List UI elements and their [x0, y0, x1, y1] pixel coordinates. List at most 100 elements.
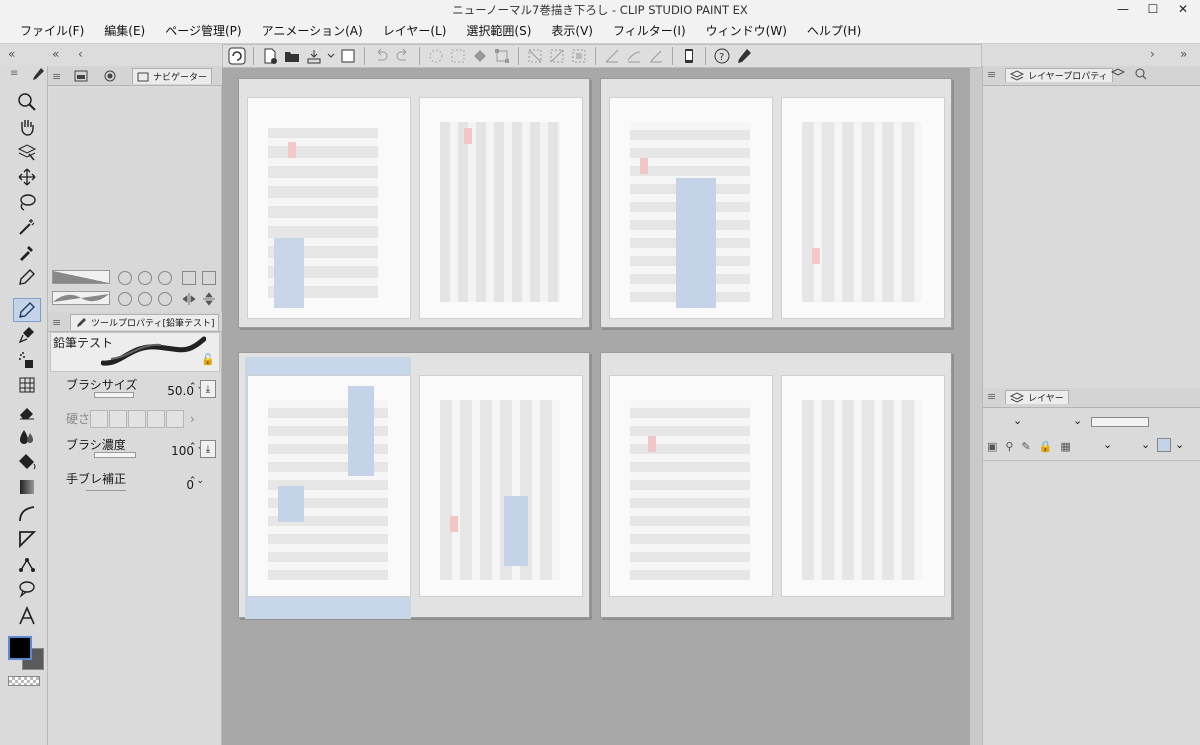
transform-icon[interactable]: [492, 46, 512, 66]
blend-mode-dropdown[interactable]: ⌄: [1013, 414, 1022, 427]
decoration-icon[interactable]: [13, 373, 41, 397]
deselect-icon[interactable]: [525, 46, 545, 66]
menu-view[interactable]: 表示(V): [541, 22, 603, 39]
right-scroll-strip[interactable]: [970, 68, 982, 745]
rotate-right-icon[interactable]: [138, 292, 152, 306]
hand-icon[interactable]: [13, 115, 41, 139]
opacity-slider[interactable]: [1091, 417, 1149, 427]
grid-snap-icon[interactable]: [646, 46, 666, 66]
eyedropper-icon[interactable]: [13, 240, 41, 264]
reset-rotation-icon[interactable]: [158, 292, 172, 306]
selection-border-icon[interactable]: [569, 46, 589, 66]
stepper-icon[interactable]: ⌃⌄: [189, 476, 204, 486]
lock-icon[interactable]: 🔒: [1039, 440, 1053, 453]
new-file-icon[interactable]: [260, 46, 280, 66]
chevron-down-icon[interactable]: ⌄: [1175, 438, 1184, 451]
pen-tool-icon[interactable]: [13, 265, 41, 289]
magic-wand-icon[interactable]: [13, 215, 41, 239]
blend-icon[interactable]: [13, 425, 41, 449]
hardness-cell[interactable]: [147, 410, 165, 428]
layer-select-icon[interactable]: [13, 140, 41, 164]
collapse-left-icon[interactable]: «: [8, 47, 15, 61]
menu-selection[interactable]: 選択範囲(S): [456, 22, 541, 39]
menu-layer[interactable]: レイヤー(L): [373, 22, 457, 39]
lock-icon[interactable]: 🔓: [201, 353, 215, 366]
menu-icon[interactable]: ≡: [52, 68, 61, 84]
zoom-100-icon[interactable]: [158, 271, 172, 285]
menu-edit[interactable]: 編集(E): [94, 22, 155, 39]
balloon-icon[interactable]: [13, 577, 41, 601]
menu-animation[interactable]: アニメーション(A): [252, 22, 373, 39]
page-thumbnail[interactable]: [781, 97, 945, 319]
zoom-in-icon[interactable]: [138, 271, 152, 285]
move-icon[interactable]: [13, 165, 41, 189]
open-folder-icon[interactable]: [282, 46, 302, 66]
menu-file[interactable]: ファイル(F): [10, 22, 94, 39]
chevron-down-icon[interactable]: ⌄: [1141, 438, 1150, 451]
square-icon[interactable]: [338, 46, 358, 66]
zoom-icon[interactable]: [13, 90, 41, 114]
clip-layer-icon[interactable]: ▣: [987, 440, 997, 453]
help-icon[interactable]: ?: [712, 46, 732, 66]
page-manager-canvas[interactable]: [222, 68, 970, 745]
layer-search-icon[interactable]: [1111, 68, 1125, 80]
zoom-slider[interactable]: [52, 270, 110, 284]
invert-selection-icon[interactable]: [547, 46, 567, 66]
text-icon[interactable]: [13, 604, 41, 628]
menu-filter[interactable]: フィルター(I): [603, 22, 696, 39]
transparent-color-swatch[interactable]: [8, 676, 40, 686]
lasso-icon[interactable]: [13, 190, 41, 214]
fit-window-icon[interactable]: [202, 271, 216, 285]
flip-vertical-icon[interactable]: [202, 292, 216, 306]
layer-color-swatch[interactable]: [1157, 438, 1171, 452]
chevron-left-icon[interactable]: ‹: [78, 47, 83, 61]
draft-layer-icon[interactable]: ✎: [1021, 440, 1030, 453]
menu-icon[interactable]: ≡: [987, 390, 996, 403]
page-spread[interactable]: [238, 352, 590, 619]
download-icon[interactable]: ⤓: [200, 440, 216, 458]
ruler-snap-icon[interactable]: [602, 46, 622, 66]
minimize-button[interactable]: —: [1108, 0, 1138, 18]
stabilization-slider[interactable]: [86, 490, 126, 491]
fill-icon[interactable]: [13, 450, 41, 474]
operation-icon[interactable]: [13, 552, 41, 576]
hardness-cell[interactable]: [166, 410, 184, 428]
page-thumbnail[interactable]: [609, 97, 773, 319]
bucket-icon[interactable]: [470, 46, 490, 66]
hardness-cell[interactable]: [90, 410, 108, 428]
page-spread[interactable]: [600, 352, 952, 618]
chevron-right-icon[interactable]: ›: [190, 412, 195, 426]
record-icon[interactable]: [104, 68, 116, 84]
page-thumbnail[interactable]: [419, 375, 583, 597]
undo-icon[interactable]: [371, 46, 391, 66]
page-thumbnail[interactable]: [419, 97, 583, 319]
figure-icon[interactable]: [13, 502, 41, 526]
main-color-swatch[interactable]: [8, 636, 32, 660]
redo-icon[interactable]: [393, 46, 413, 66]
brush-size-slider[interactable]: [94, 392, 134, 398]
menu-window[interactable]: ウィンドウ(W): [696, 22, 797, 39]
fill-selection-icon[interactable]: [448, 46, 468, 66]
page-spread[interactable]: [600, 78, 952, 328]
page-spread[interactable]: [238, 78, 590, 328]
page-thumbnail[interactable]: [247, 97, 411, 319]
tab-layer-property[interactable]: レイヤープロパティ: [1005, 68, 1113, 82]
gradient-icon[interactable]: [13, 475, 41, 499]
loading-icon[interactable]: [426, 46, 446, 66]
airbrush-icon[interactable]: [13, 348, 41, 372]
reference-layer-icon[interactable]: ⚲: [1005, 440, 1013, 453]
hardness-cell[interactable]: [109, 410, 127, 428]
lock-transparency-icon[interactable]: ▦: [1060, 440, 1070, 453]
zoom-out-icon[interactable]: [118, 271, 132, 285]
menu-page[interactable]: ページ管理(P): [155, 22, 251, 39]
menu-icon[interactable]: ≡: [987, 68, 996, 81]
collapse-left-panel-icon[interactable]: «: [52, 47, 59, 61]
menu-help[interactable]: ヘルプ(H): [797, 22, 871, 39]
page-thumbnail[interactable]: [781, 375, 945, 597]
hardness-cell[interactable]: [128, 410, 146, 428]
opacity-dropdown[interactable]: ⌄: [1073, 414, 1082, 427]
pen-tab-icon[interactable]: [30, 66, 46, 85]
frame-border-icon[interactable]: [13, 527, 41, 551]
sub-view-icon[interactable]: [74, 68, 88, 84]
brush-tool-icon[interactable]: [13, 323, 41, 347]
